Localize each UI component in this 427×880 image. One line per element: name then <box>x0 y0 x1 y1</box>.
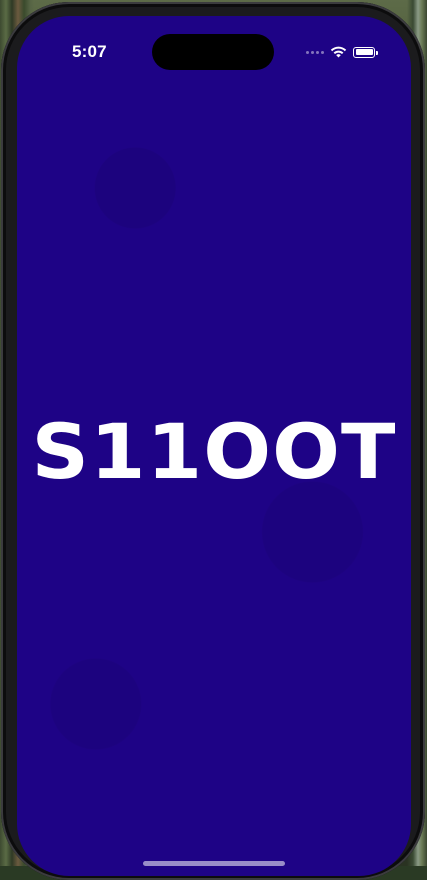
phone-frame: 5:07 S11OOT <box>1 2 425 880</box>
app-screen: 5:07 S11OOT <box>17 16 411 876</box>
app-logo: S11OOT <box>31 407 397 496</box>
status-bar: 5:07 <box>17 16 411 76</box>
wifi-icon <box>330 46 347 58</box>
battery-icon <box>353 46 378 58</box>
home-indicator[interactable] <box>143 861 285 866</box>
status-time: 5:07 <box>72 42 107 61</box>
dynamic-island <box>152 34 274 70</box>
status-icons <box>306 44 378 60</box>
cellular-signal-icon <box>306 50 324 54</box>
